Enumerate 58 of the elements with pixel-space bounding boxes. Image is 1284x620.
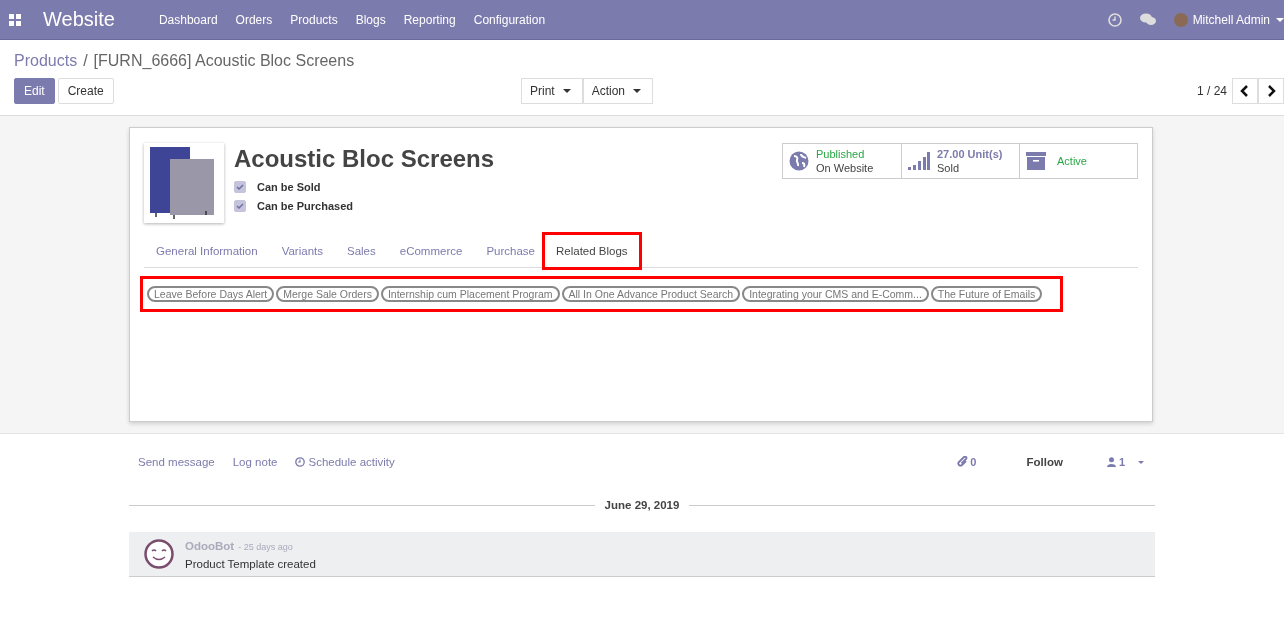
menu-item[interactable]: Products xyxy=(281,12,347,27)
caret-icon[interactable] xyxy=(1276,17,1284,22)
attachments-counter[interactable]: 0 xyxy=(957,456,977,468)
dropdown-button[interactable]: Action xyxy=(582,78,654,104)
clock-icon xyxy=(295,457,306,467)
edit-button[interactable]: Edit xyxy=(14,78,55,104)
checkbox-label: Can be Sold xyxy=(257,181,321,193)
menu-item[interactable]: Configuration xyxy=(464,12,555,27)
chat-icon[interactable] xyxy=(1139,13,1156,26)
menu-item[interactable]: Orders xyxy=(226,12,282,27)
breadcrumb-link[interactable]: Products xyxy=(14,52,78,70)
chatter-link[interactable]: Schedule activity xyxy=(295,456,395,468)
message-author: OdooBot xyxy=(185,539,235,552)
previous-button[interactable] xyxy=(1232,78,1258,104)
date-separator: June 29, 2019 xyxy=(604,499,680,511)
blog-tag[interactable]: Leave Before Days Alert xyxy=(147,286,275,302)
blog-tag[interactable]: The Future of Emails xyxy=(930,286,1043,302)
checkbox[interactable] xyxy=(234,181,246,193)
breadcrumb-current: [FURN_6666] Acoustic Bloc Screens xyxy=(93,52,355,70)
create-button[interactable]: Create xyxy=(57,78,114,104)
menu-item[interactable]: Reporting xyxy=(394,12,465,27)
checkbox-label: Can be Purchased xyxy=(257,200,353,212)
archive-box-icon xyxy=(1026,152,1046,170)
chatter-link[interactable]: Log note xyxy=(232,456,278,468)
breadcrumb-separator: / xyxy=(83,52,88,70)
menu-item[interactable]: Dashboard xyxy=(149,12,227,27)
clock-icon[interactable] xyxy=(1107,12,1122,27)
follow-button[interactable]: Follow xyxy=(1020,455,1069,469)
paperclip-icon xyxy=(957,456,969,468)
smiley-avatar-icon xyxy=(144,539,174,569)
tab[interactable]: General Information xyxy=(156,238,258,264)
product-name: Acoustic Bloc Screens xyxy=(234,145,495,173)
chatter-link[interactable]: Send message xyxy=(138,456,215,468)
tab[interactable]: Purchase xyxy=(486,238,535,264)
tab[interactable]: Related Blogs xyxy=(545,235,639,267)
followers-dropdown[interactable]: 1 xyxy=(1106,456,1144,468)
tab[interactable]: eCommerce xyxy=(399,238,463,264)
bar-chart-icon xyxy=(908,152,930,170)
checkbox[interactable] xyxy=(234,200,246,212)
menu-item[interactable]: Blogs xyxy=(346,12,395,27)
tab[interactable]: Sales xyxy=(347,238,376,264)
blog-tag[interactable]: Merge Sale Orders xyxy=(276,286,379,302)
chevron-right-icon xyxy=(1266,85,1276,97)
tab[interactable]: Variants xyxy=(281,238,323,264)
blog-tag[interactable]: Internship cum Placement Program xyxy=(380,286,560,302)
message-body: Product Template created xyxy=(185,557,316,570)
blog-tag[interactable]: Integrating your CMS and E-Comm... xyxy=(742,286,929,302)
message-time: - 25 days ago xyxy=(238,541,293,552)
chevron-left-icon xyxy=(1240,85,1250,97)
next-button[interactable] xyxy=(1258,78,1284,104)
dropdown-button[interactable]: Print xyxy=(521,78,583,104)
person-icon xyxy=(1106,457,1116,467)
user-menu[interactable]: Mitchell Admin xyxy=(1192,12,1270,27)
globe-icon xyxy=(789,151,809,171)
app-title: Website xyxy=(43,8,115,31)
blog-tag[interactable]: All In One Advance Product Search xyxy=(561,286,741,302)
pager-counter: 1 / 24 xyxy=(1196,84,1227,98)
apps-menu-icon[interactable] xyxy=(9,13,21,26)
